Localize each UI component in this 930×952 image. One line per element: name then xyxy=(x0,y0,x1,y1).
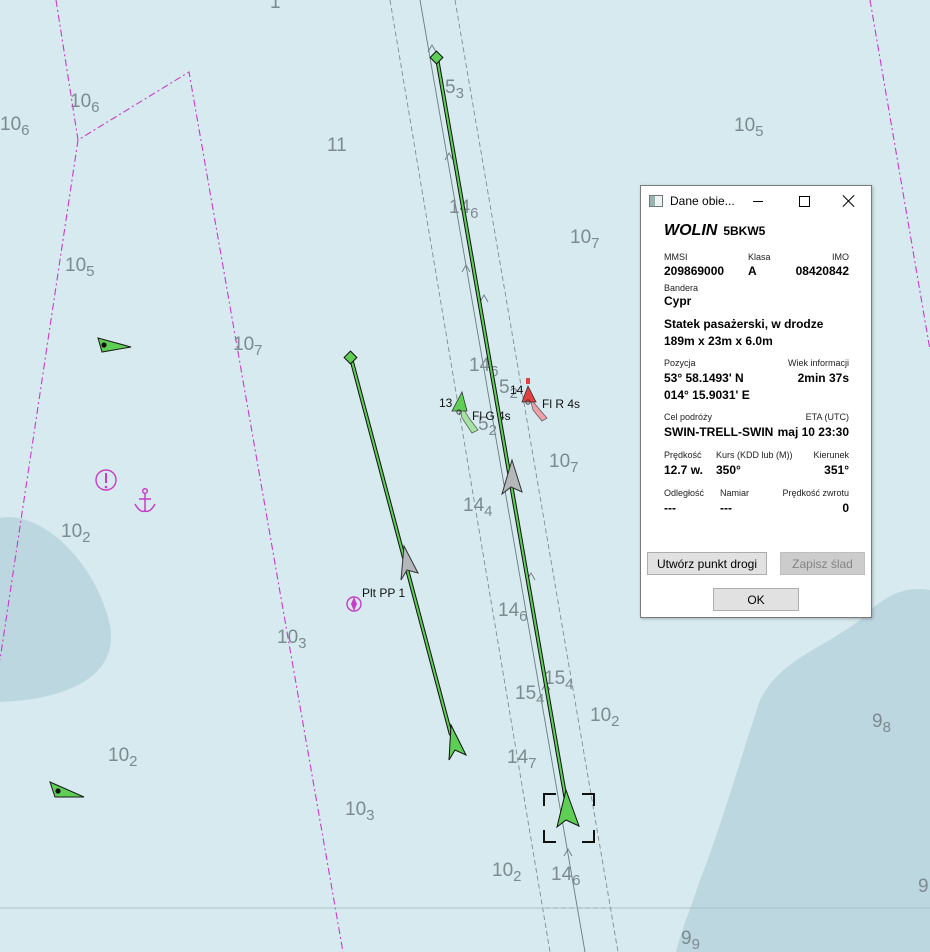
depth-sounding: 102 xyxy=(590,705,619,730)
course-value: 350° xyxy=(716,463,741,477)
red-light-label: Fl R 4s xyxy=(542,397,580,411)
bearing-value: --- xyxy=(720,501,732,515)
heading-label: Kierunek xyxy=(813,450,849,460)
distance-label: Odległość xyxy=(664,488,705,498)
depth-sounding: 107 xyxy=(549,451,578,476)
speed-value: 12.7 w. xyxy=(664,463,703,477)
vessel-data-dialog: Dane obie... WOLIN 5BKW5 MMSI Klasa IMO 2… xyxy=(640,185,872,618)
dialog-title: Dane obie... xyxy=(670,194,735,208)
depth-sounding: 102 xyxy=(108,745,137,770)
create-waypoint-button[interactable]: Utwórz punkt drogi xyxy=(647,552,767,575)
depth-sounding: 11 xyxy=(327,135,347,156)
depth-sounding: 102 xyxy=(492,860,521,885)
caution-symbol xyxy=(95,469,117,491)
depth-sounding: 147 xyxy=(507,747,536,772)
ais-target[interactable] xyxy=(97,337,132,353)
speed-label: Prędkość xyxy=(664,450,702,460)
depth-sounding: 103 xyxy=(277,627,306,652)
depth-sounding: 53 xyxy=(445,77,464,102)
depth-sounding: 146 xyxy=(498,600,527,625)
depth-sounding: 107 xyxy=(233,334,262,359)
title-bar[interactable]: Dane obie... xyxy=(641,186,871,216)
destination-value: SWIN-TRELL-SWIN xyxy=(664,425,774,439)
anchorage-icon xyxy=(134,487,156,513)
buoy-number-label: 13 xyxy=(439,396,453,410)
depth-sounding: 105 xyxy=(65,255,94,280)
distance-value: --- xyxy=(664,501,676,515)
info-age-label: Wiek informacji xyxy=(787,358,849,368)
class-value: A xyxy=(748,264,757,278)
mmsi-value: 209869000 xyxy=(664,264,725,278)
depth-sounding: 103 xyxy=(345,799,374,824)
pilot-station-label: Plt PP 1 xyxy=(362,586,405,600)
info-age-value: 2min 37s xyxy=(797,371,849,385)
latitude-value: 53° 58.1493' N xyxy=(664,371,744,385)
vessel-type: Statek pasażerski, w drodze xyxy=(664,317,824,331)
app-icon xyxy=(649,195,663,207)
vessel-dimensions: 189m x 23m x 6.0m xyxy=(664,334,773,348)
destination-label: Cel podróży xyxy=(664,412,713,422)
rate-of-turn-label: Prędkość zwrotu xyxy=(782,488,849,498)
deep-water-area-west xyxy=(0,517,112,702)
vessel-track-wolin[interactable] xyxy=(429,50,570,813)
depth-sounding: 105 xyxy=(734,115,763,140)
rate-of-turn-value: 0 xyxy=(842,501,849,515)
depth-sounding: 146 xyxy=(551,864,580,889)
fairway-limit xyxy=(389,0,551,952)
imo-value: 08420842 xyxy=(795,264,849,278)
vessel-icon[interactable] xyxy=(448,723,468,761)
ais-target[interactable] xyxy=(49,781,85,798)
imo-label: IMO xyxy=(832,252,849,262)
boundary-line xyxy=(55,0,344,952)
boundary-line xyxy=(869,0,930,351)
depth-sounding: 154 xyxy=(515,683,544,708)
depth-sounding: 106 xyxy=(70,91,99,116)
maximize-button[interactable] xyxy=(781,186,827,216)
save-track-button[interactable]: Zapisz ślad xyxy=(780,552,865,575)
vessel-header: WOLIN 5BKW5 xyxy=(664,222,765,240)
flag-value: Cypr xyxy=(664,294,692,308)
depth-sounding: 144 xyxy=(463,495,492,520)
fairway-limit xyxy=(454,0,619,952)
buoy-number-label: 14 xyxy=(510,383,524,397)
heading-value: 351° xyxy=(824,463,849,477)
minimize-icon xyxy=(753,200,763,202)
maximize-icon xyxy=(798,195,810,207)
vessel-name: WOLIN xyxy=(664,222,718,239)
depth-sounding: 1 xyxy=(270,0,281,13)
bearing-label: Namiar xyxy=(720,488,750,498)
depth-sounding: 106 xyxy=(0,114,29,139)
pilot-station-icon xyxy=(346,596,362,612)
ok-button[interactable]: OK xyxy=(713,588,799,611)
green-light-label: Fl G 4s xyxy=(472,409,511,423)
minimize-button[interactable] xyxy=(735,186,781,216)
position-label: Pozycja xyxy=(664,358,696,368)
depth-sounding: 9 xyxy=(918,876,929,897)
mmsi-label: MMSI xyxy=(664,252,688,262)
vessel-callsign: 5BKW5 xyxy=(723,224,766,238)
longitude-value: 014° 15.9031' E xyxy=(664,388,750,402)
class-label: Klasa xyxy=(748,252,771,262)
close-icon xyxy=(843,195,855,207)
depth-sounding: 102 xyxy=(61,521,90,546)
flag-label: Bandera xyxy=(664,283,699,293)
depth-sounding: 107 xyxy=(570,227,599,252)
recommended-track xyxy=(419,0,586,952)
vessel-track[interactable] xyxy=(343,350,453,736)
eta-label: ETA (UTC) xyxy=(805,412,849,422)
close-button[interactable] xyxy=(827,186,871,216)
eta-value: maj 10 23:30 xyxy=(777,425,849,439)
course-label: Kurs (KDD lub (M)) xyxy=(716,450,793,460)
deep-water-area-east xyxy=(676,589,930,952)
